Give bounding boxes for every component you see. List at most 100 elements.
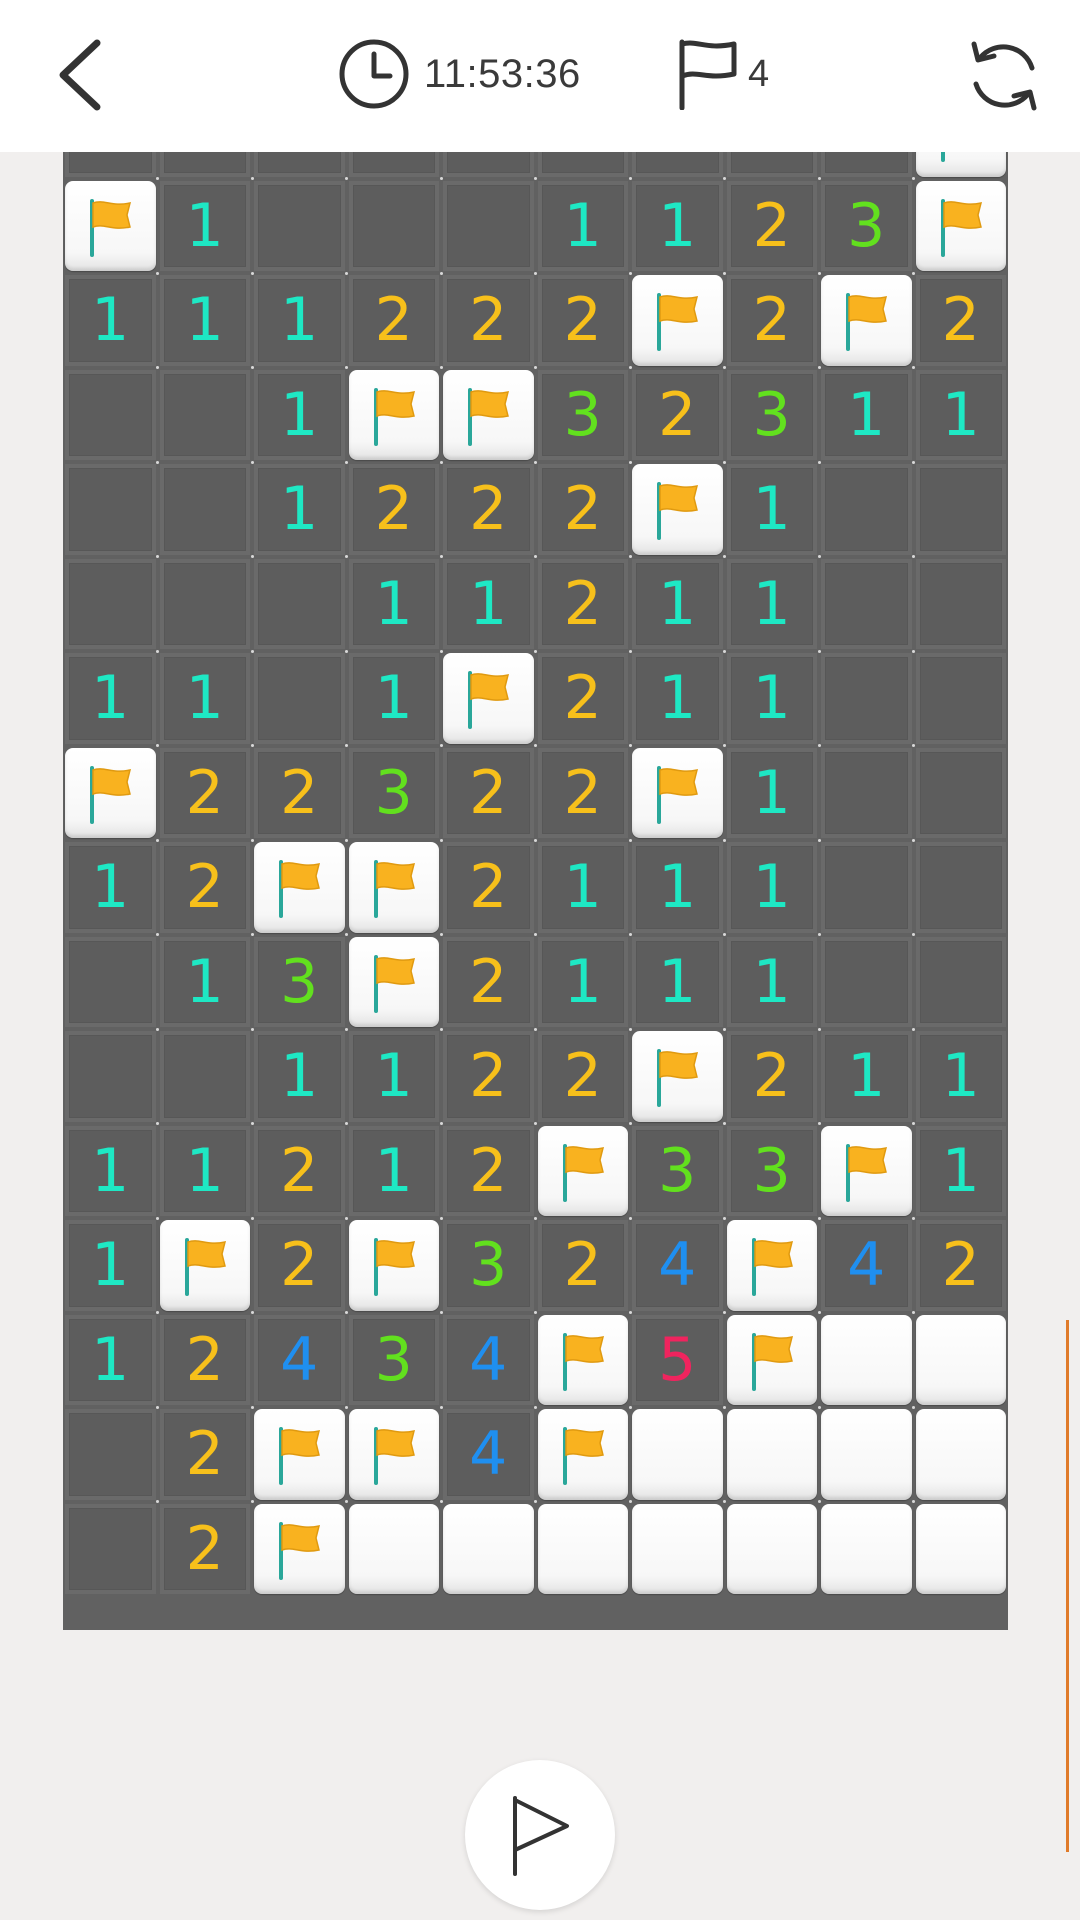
number-cell[interactable]: 2 (915, 1220, 1006, 1311)
empty-cell[interactable] (915, 747, 1006, 838)
number-cell[interactable]: 2 (443, 747, 534, 838)
number-cell[interactable]: 4 (443, 1314, 534, 1405)
number-cell[interactable]: 1 (159, 936, 250, 1027)
number-cell[interactable]: 1 (537, 180, 628, 271)
number-cell[interactable]: 2 (159, 1409, 250, 1500)
number-cell[interactable]: 2 (537, 1220, 628, 1311)
flagged-cell[interactable] (348, 1409, 439, 1500)
empty-cell[interactable] (915, 936, 1006, 1027)
number-cell[interactable]: 4 (632, 1220, 723, 1311)
number-cell[interactable]: 1 (443, 558, 534, 649)
number-cell[interactable]: 2 (348, 275, 439, 366)
flagged-cell[interactable] (348, 842, 439, 933)
number-cell[interactable]: 2 (159, 842, 250, 933)
empty-cell[interactable] (443, 180, 534, 271)
flagged-cell[interactable] (537, 1314, 628, 1405)
flagged-cell[interactable] (726, 1314, 817, 1405)
flagged-cell[interactable] (915, 180, 1006, 271)
number-cell[interactable]: 2 (726, 1031, 817, 1122)
number-cell[interactable]: 2 (915, 275, 1006, 366)
flag-mode-button[interactable] (465, 1760, 615, 1910)
empty-cell[interactable] (65, 1409, 156, 1500)
number-cell[interactable]: 2 (254, 1220, 345, 1311)
number-cell[interactable]: 1 (726, 747, 817, 838)
number-cell[interactable]: 2 (443, 936, 534, 1027)
number-cell[interactable]: 3 (821, 180, 912, 271)
flagged-cell[interactable] (443, 369, 534, 460)
number-cell[interactable]: 2 (159, 1314, 250, 1405)
empty-cell[interactable] (537, 152, 628, 177)
number-cell[interactable]: 2 (254, 747, 345, 838)
number-cell[interactable]: 3 (726, 369, 817, 460)
empty-cell[interactable] (65, 936, 156, 1027)
number-cell[interactable]: 4 (821, 1220, 912, 1311)
empty-cell[interactable] (348, 180, 439, 271)
number-cell[interactable]: 2 (537, 747, 628, 838)
flagged-cell[interactable] (254, 1409, 345, 1500)
empty-cell[interactable] (254, 152, 345, 177)
number-cell[interactable]: 3 (726, 1125, 817, 1216)
empty-cell[interactable] (254, 558, 345, 649)
flagged-cell[interactable] (65, 180, 156, 271)
flagged-cell[interactable] (821, 1125, 912, 1216)
empty-cell[interactable] (726, 152, 817, 177)
empty-cell[interactable] (915, 842, 1006, 933)
number-cell[interactable]: 1 (632, 558, 723, 649)
empty-cell[interactable] (159, 558, 250, 649)
flagged-cell[interactable] (915, 152, 1006, 177)
flagged-cell[interactable] (159, 1220, 250, 1311)
number-cell[interactable]: 1 (159, 275, 250, 366)
number-cell[interactable]: 2 (537, 653, 628, 744)
empty-cell[interactable] (821, 558, 912, 649)
flagged-cell[interactable] (537, 1409, 628, 1500)
covered-cell[interactable] (726, 1503, 817, 1594)
covered-cell[interactable] (632, 1409, 723, 1500)
empty-cell[interactable] (65, 369, 156, 460)
number-cell[interactable]: 1 (65, 152, 156, 177)
number-cell[interactable]: 2 (726, 275, 817, 366)
number-cell[interactable]: 2 (821, 152, 912, 177)
empty-cell[interactable] (65, 1031, 156, 1122)
empty-cell[interactable] (915, 558, 1006, 649)
number-cell[interactable]: 1 (726, 558, 817, 649)
number-cell[interactable]: 1 (159, 1125, 250, 1216)
back-button[interactable] (36, 30, 126, 120)
flagged-cell[interactable] (632, 747, 723, 838)
number-cell[interactable]: 1 (726, 653, 817, 744)
number-cell[interactable]: 1 (915, 1031, 1006, 1122)
number-cell[interactable]: 1 (821, 1031, 912, 1122)
empty-cell[interactable] (65, 558, 156, 649)
number-cell[interactable]: 2 (159, 1503, 250, 1594)
number-cell[interactable]: 1 (159, 653, 250, 744)
number-cell[interactable]: 2 (443, 275, 534, 366)
number-cell[interactable]: 1 (65, 1220, 156, 1311)
number-cell[interactable]: 2 (537, 1031, 628, 1122)
empty-cell[interactable] (821, 464, 912, 555)
flagged-cell[interactable] (65, 747, 156, 838)
number-cell[interactable]: 1 (632, 653, 723, 744)
number-cell[interactable]: 1 (254, 1031, 345, 1122)
number-cell[interactable]: 1 (537, 936, 628, 1027)
restart-button[interactable] (958, 30, 1050, 122)
covered-cell[interactable] (632, 1503, 723, 1594)
empty-cell[interactable] (821, 842, 912, 933)
empty-cell[interactable] (443, 152, 534, 177)
flagged-cell[interactable] (348, 369, 439, 460)
number-cell[interactable]: 3 (348, 1314, 439, 1405)
empty-cell[interactable] (65, 464, 156, 555)
flagged-cell[interactable] (537, 1125, 628, 1216)
number-cell[interactable]: 1 (65, 1125, 156, 1216)
number-cell[interactable]: 1 (537, 842, 628, 933)
empty-cell[interactable] (821, 936, 912, 1027)
empty-cell[interactable] (348, 152, 439, 177)
number-cell[interactable]: 2 (254, 1125, 345, 1216)
empty-cell[interactable] (65, 1503, 156, 1594)
empty-cell[interactable] (821, 747, 912, 838)
number-cell[interactable]: 4 (443, 1409, 534, 1500)
number-cell[interactable]: 2 (159, 747, 250, 838)
number-cell[interactable]: 1 (254, 275, 345, 366)
number-cell[interactable]: 1 (726, 842, 817, 933)
number-cell[interactable]: 1 (632, 180, 723, 271)
flagged-cell[interactable] (254, 842, 345, 933)
number-cell[interactable]: 1 (254, 464, 345, 555)
